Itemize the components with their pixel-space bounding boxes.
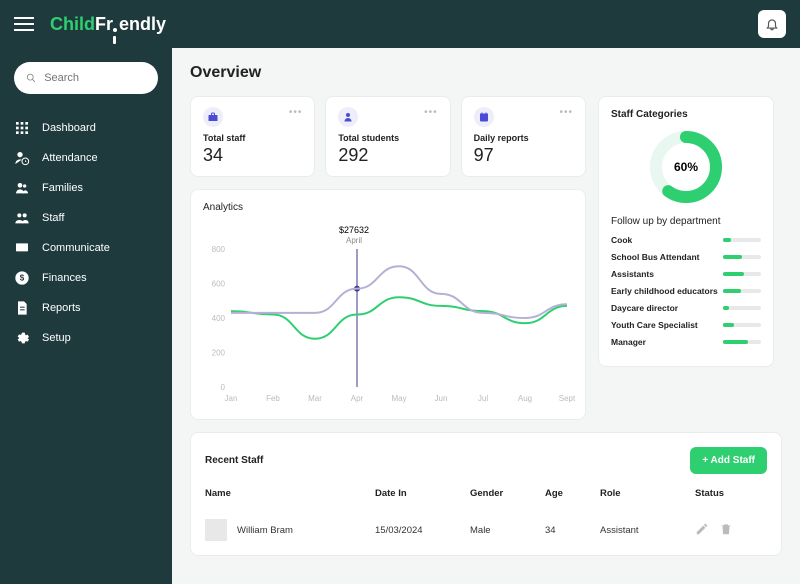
dept-row: Youth Care Specialist	[611, 320, 761, 330]
card-menu-icon[interactable]: •••	[424, 107, 438, 118]
grid-icon	[14, 120, 30, 136]
bell-icon	[765, 17, 779, 31]
sidebar-item-setup[interactable]: Setup	[14, 330, 158, 346]
svg-text:200: 200	[212, 349, 226, 358]
staff-categories-card: Staff Categories 60% Follow up by depart…	[598, 96, 774, 367]
sidebar-item-label: Reports	[42, 302, 81, 314]
dept-row: Cook	[611, 235, 761, 245]
dept-progress-bar	[723, 323, 761, 327]
dept-row: Assistants	[611, 269, 761, 279]
search-input[interactable]	[44, 72, 146, 84]
sidebar-item-label: Dashboard	[42, 122, 96, 134]
svg-text:$: $	[20, 274, 25, 283]
svg-text:600: 600	[212, 280, 226, 289]
svg-text:Mar: Mar	[308, 394, 322, 403]
dept-row: Early childhood educators	[611, 286, 761, 296]
svg-text:Jul: Jul	[478, 394, 488, 403]
chat-icon	[14, 240, 30, 256]
stat-card-total-students: •••Total students292	[325, 96, 450, 177]
dept-row: Manager	[611, 337, 761, 347]
sidebar-item-label: Staff	[42, 212, 64, 224]
svg-text:Feb: Feb	[266, 394, 280, 403]
search-icon	[26, 72, 36, 84]
chart-tooltip: $27632 April	[339, 225, 369, 245]
person-icon	[338, 107, 358, 127]
edit-icon[interactable]	[695, 522, 709, 539]
sidebar-item-communicate[interactable]: Communicate	[14, 240, 158, 256]
svg-text:0: 0	[221, 383, 226, 392]
table-header: Name Date In Gender Age Role Status	[205, 488, 767, 507]
delete-icon[interactable]	[719, 522, 733, 539]
gear-icon	[14, 330, 30, 346]
avatar	[205, 519, 227, 541]
svg-text:May: May	[391, 394, 406, 403]
staff-icon	[14, 210, 30, 226]
person-clock-icon	[14, 150, 30, 166]
staff-categories-title: Staff Categories	[611, 109, 761, 120]
recent-staff-title: Recent Staff	[205, 455, 263, 466]
sidebar-item-label: Families	[42, 182, 83, 194]
notifications-button[interactable]	[758, 10, 786, 38]
svg-text:400: 400	[212, 314, 226, 323]
dept-row: School Bus Attendant	[611, 252, 761, 262]
svg-text:Jan: Jan	[225, 394, 238, 403]
users-icon	[14, 180, 30, 196]
dept-progress-bar	[723, 255, 761, 259]
sidebar-item-staff[interactable]: Staff	[14, 210, 158, 226]
followup-title: Follow up by department	[611, 216, 761, 227]
dept-progress-bar	[723, 289, 761, 293]
svg-text:Aug: Aug	[518, 394, 532, 403]
search-box[interactable]	[14, 62, 158, 94]
logo: ChildFrendly	[50, 14, 166, 35]
sidebar-item-finances[interactable]: $ Finances	[14, 270, 158, 286]
sidebar-item-dashboard[interactable]: Dashboard	[14, 120, 158, 136]
briefcase-icon	[203, 107, 223, 127]
dept-progress-bar	[723, 238, 761, 242]
main-content: Overview •••Total staff34•••Total studen…	[172, 48, 800, 584]
dollar-icon: $	[14, 270, 30, 286]
svg-text:Jun: Jun	[435, 394, 448, 403]
sidebar-item-label: Finances	[42, 272, 87, 284]
sidebar-item-label: Attendance	[42, 152, 98, 164]
sidebar-item-label: Communicate	[42, 242, 110, 254]
sidebar-item-families[interactable]: Families	[14, 180, 158, 196]
report-icon	[14, 300, 30, 316]
svg-text:Apr: Apr	[351, 394, 364, 403]
card-menu-icon[interactable]: •••	[559, 107, 573, 118]
sidebar: Dashboard Attendance Families Staff Communic…	[0, 48, 172, 584]
calendar-icon	[474, 107, 494, 127]
sidebar-item-reports[interactable]: Reports	[14, 300, 158, 316]
dept-row: Daycare director	[611, 303, 761, 313]
table-row: William Bram15/03/2024Male34Assistant	[205, 507, 767, 541]
card-menu-icon[interactable]: •••	[289, 107, 303, 118]
analytics-title: Analytics	[203, 202, 573, 213]
svg-text:Sept: Sept	[559, 394, 575, 403]
sidebar-item-attendance[interactable]: Attendance	[14, 150, 158, 166]
page-title: Overview	[190, 64, 782, 82]
hamburger-icon[interactable]	[14, 17, 34, 31]
recent-staff-card: Recent Staff + Add Staff Name Date In Ge…	[190, 432, 782, 556]
topbar: ChildFrendly	[0, 0, 800, 48]
analytics-chart: $27632 April 0 200 400 600 800 Jan Feb Mar Apr Ma…	[203, 221, 573, 407]
staff-donut-chart: 60%	[647, 128, 725, 206]
stat-card-daily-reports: •••Daily reports97	[461, 96, 586, 177]
dept-progress-bar	[723, 272, 761, 276]
svg-text:800: 800	[212, 245, 226, 254]
analytics-card: Analytics $27632 April 0 200 400 600 800 Jan F…	[190, 189, 586, 420]
add-staff-button[interactable]: + Add Staff	[690, 447, 767, 474]
dept-progress-bar	[723, 306, 761, 310]
sidebar-item-label: Setup	[42, 332, 71, 344]
stat-card-total-staff: •••Total staff34	[190, 96, 315, 177]
dept-progress-bar	[723, 340, 761, 344]
